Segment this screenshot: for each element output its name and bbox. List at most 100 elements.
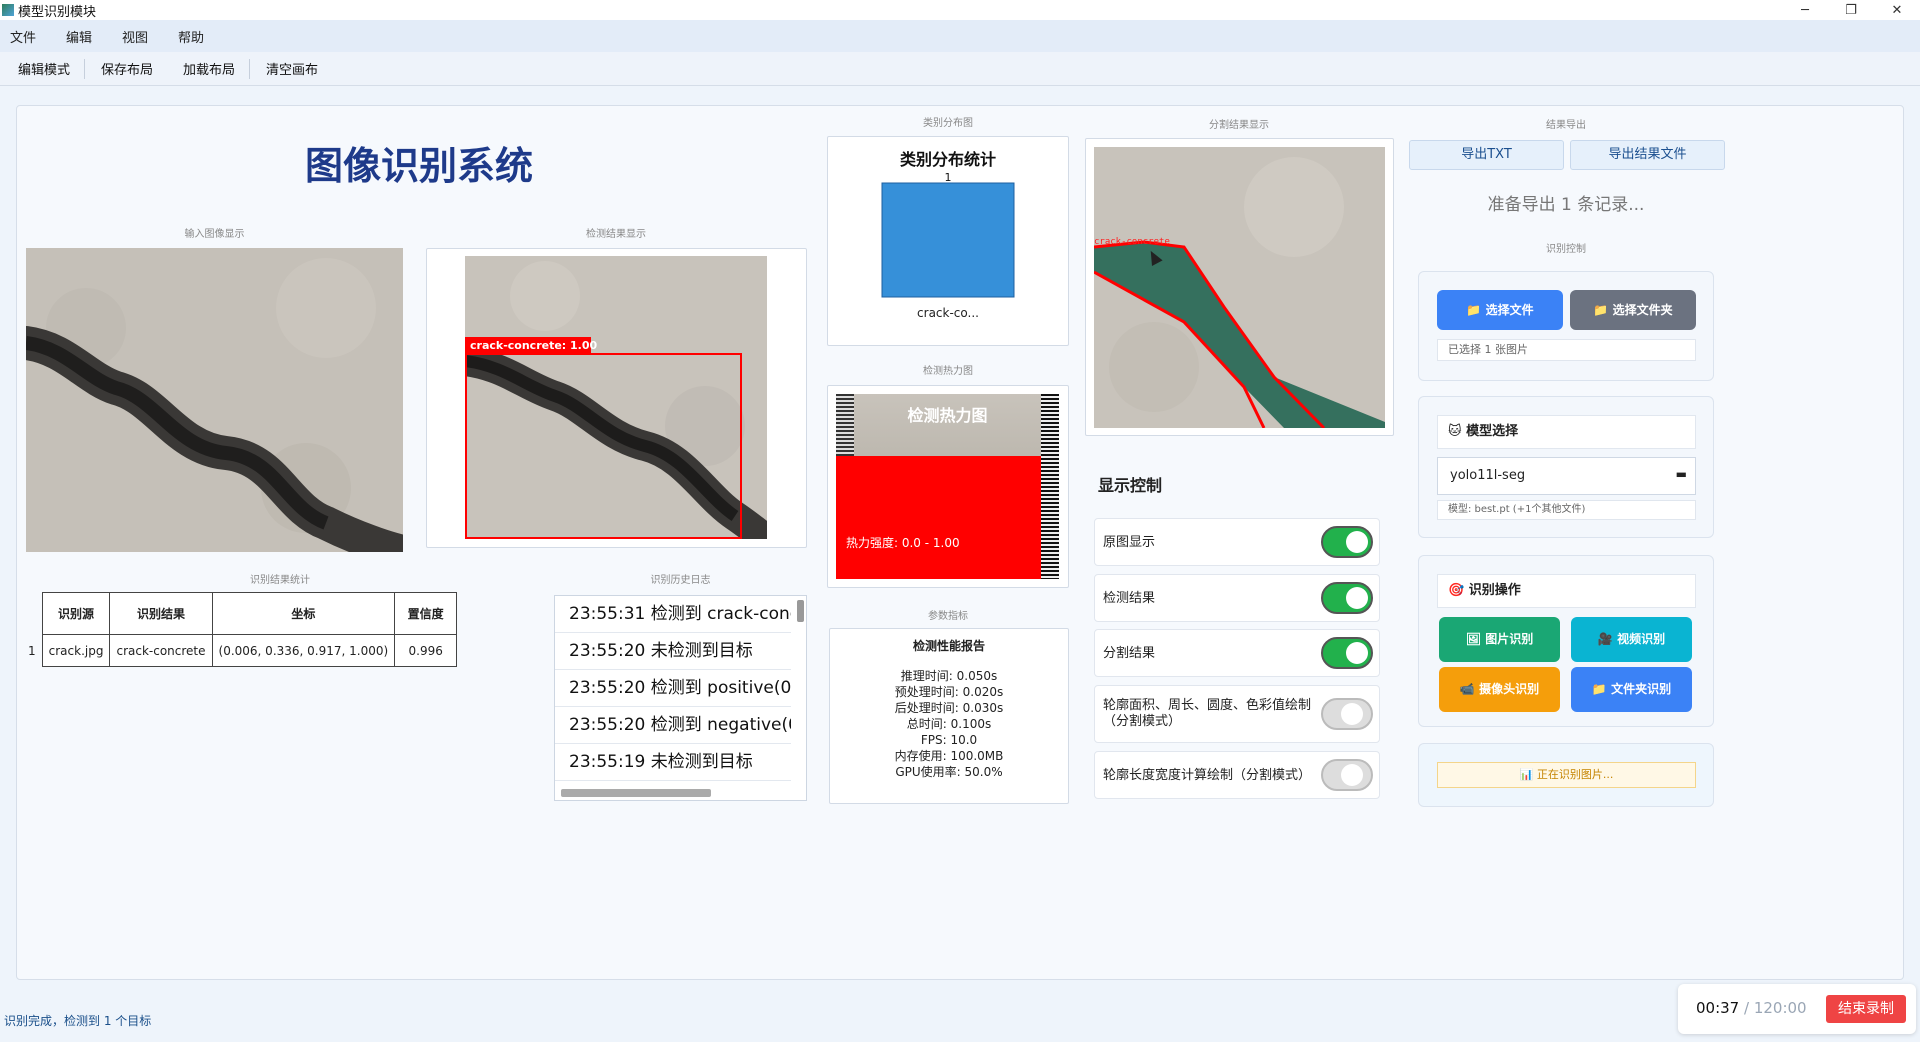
table-index-header (26, 593, 42, 635)
cell-coords: (0.006, 0.336, 0.917, 1.000) (211, 634, 396, 667)
toggle-knob (1346, 587, 1368, 609)
log-entry: 23:55:20 未检测到目标 (555, 633, 791, 670)
history-log[interactable]: 23:55:31 检测到 crack-concrete 23:55:20 未检测… (554, 595, 807, 801)
class-dist-caption: 类别分布图 (923, 118, 973, 129)
stop-recording-button[interactable]: 结束录制 (1826, 995, 1906, 1023)
edit-mode-button[interactable]: 编辑模式 (14, 56, 74, 81)
menu-file[interactable]: 文件 (6, 25, 40, 48)
rec-control-caption: 识别控制 (1546, 244, 1586, 255)
camera-recognition-button[interactable]: 📹 摄像头识别 (1439, 667, 1560, 712)
bar-value-label: 1 (945, 171, 952, 184)
recognition-ops-header: 🎯 识别操作 (1437, 574, 1696, 608)
perf-total-time: 总时间: 0.100s (906, 717, 992, 731)
chart-title: 类别分布统计 (900, 150, 996, 169)
image-recognition-button[interactable]: 🖼 图片识别 (1439, 617, 1560, 662)
toggle-label: 分割结果 (1103, 646, 1156, 661)
vertical-scrollbar[interactable] (797, 600, 804, 622)
stats-caption: 识别结果统计 (250, 575, 310, 586)
toolbar-divider (84, 58, 86, 79)
input-image-caption: 输入图像显示 (184, 229, 245, 240)
image-icon: 🖼 (1465, 632, 1482, 646)
export-txt-button[interactable]: 导出TXT (1409, 140, 1564, 170)
detection-box-label: crack-concrete: 1.00 (470, 339, 598, 352)
toggle-label: 原图显示 (1103, 535, 1156, 550)
dropdown-icon: ▬ (1675, 467, 1687, 481)
cell-result: crack-concrete (109, 634, 213, 667)
folder-recognition-button[interactable]: 📁 文件夹识别 (1571, 667, 1692, 712)
perf-inference-time: 推理时间: 0.050s (900, 669, 998, 683)
toggle-row-contour-length: 轮廓长度宽度计算绘制（分割模式） (1094, 751, 1380, 799)
detect-image-caption: 检测结果显示 (586, 229, 646, 240)
video-recognition-label: 视频识别 (1617, 632, 1666, 646)
history-caption: 识别历史日志 (650, 575, 711, 586)
performance-title: 检测性能报告 (912, 639, 985, 653)
column-header-result: 识别结果 (109, 592, 213, 635)
menu-view[interactable]: 视图 (118, 25, 152, 48)
menu-edit[interactable]: 编辑 (62, 25, 96, 48)
class-dist-chart: 类别分布统计 1 crack-co... (881, 150, 1015, 320)
toggle-switch-original[interactable] (1321, 526, 1373, 558)
load-layout-button[interactable]: 加载布局 (179, 56, 239, 81)
close-button[interactable]: ✕ (1874, 0, 1920, 20)
export-caption: 结果导出 (1546, 120, 1586, 131)
model-dropdown[interactable]: yolo11l-seg ▬ (1437, 457, 1696, 495)
save-layout-button[interactable]: 保存布局 (97, 56, 157, 81)
chart-bar (881, 182, 1015, 298)
horizontal-scrollbar[interactable] (561, 789, 711, 797)
video-icon: 🎥 (1597, 632, 1613, 646)
folder-icon: 📁 (1591, 682, 1607, 696)
toggle-switch-contour-length[interactable] (1321, 759, 1373, 791)
camera-icon: 📹 (1459, 682, 1475, 696)
crack-photo (1094, 147, 1385, 428)
heatmap-image: 检测热力图 热力强度: 0.0 - 1.00 (836, 394, 1059, 579)
perf-gpu: GPU使用率: 50.0% (895, 765, 1003, 779)
toggle-row-seg: 分割结果 (1094, 629, 1380, 677)
detect-image: crack-concrete: 1.00 (465, 256, 767, 539)
toggle-label: 轮廓长度宽度计算绘制（分割模式） (1103, 768, 1312, 783)
toggle-switch-seg[interactable] (1321, 637, 1373, 669)
heatmap-region (836, 456, 1059, 579)
camera-recognition-label: 摄像头识别 (1479, 682, 1540, 696)
select-folder-button[interactable]: 📁 选择文件夹 (1570, 290, 1696, 330)
perf-postprocess-time: 后处理时间: 0.030s (894, 701, 1004, 715)
video-recognition-button[interactable]: 🎥 视频识别 (1571, 617, 1692, 662)
performance-panel: 检测性能报告 推理时间: 0.050s 预处理时间: 0.020s 后处理时间:… (829, 628, 1069, 804)
heatmap-intensity: 热力强度: 0.0 - 1.00 (846, 536, 960, 550)
toggle-knob (1346, 531, 1368, 553)
log-entry: 23:55:20 检测到 positive(0.37) (555, 670, 791, 707)
menu-help[interactable]: 帮助 (174, 25, 208, 48)
selected-files-info: 已选择 1 张图片 (1437, 339, 1696, 361)
perf-preprocess-time: 预处理时间: 0.020s (894, 685, 1004, 699)
recognition-progress: 📊 正在识别图片... (1437, 762, 1696, 788)
minimize-button[interactable]: ─ (1782, 0, 1828, 20)
robot-icon: 🐱 (1448, 424, 1462, 439)
model-info: 模型: best.pt (+1个其他文件) (1437, 500, 1696, 520)
window-title: 模型识别模块 (18, 4, 97, 20)
toggle-switch-contour-area[interactable] (1321, 698, 1373, 730)
toggle-switch-detect[interactable] (1321, 582, 1373, 614)
toggle-label: 检测结果 (1103, 591, 1156, 606)
select-file-button[interactable]: 📁 选择文件 (1437, 290, 1563, 330)
column-header-coords: 坐标 (211, 592, 396, 635)
image-recognition-label: 图片识别 (1485, 632, 1534, 646)
results-table: 识别源 识别结果 坐标 置信度 1 crack.jpg crack-concre… (26, 592, 458, 667)
target-icon: 🎯 (1448, 583, 1465, 598)
recorder-separator: / (1739, 999, 1754, 1017)
log-entry: 23:55:20 检测到 negative(0.36 (555, 707, 791, 744)
toolbar-divider (249, 58, 251, 79)
title-bar: 模型识别模块 ─ ❐ ✕ (0, 0, 1920, 20)
perf-memory: 内存使用: 100.0MB (894, 749, 1004, 763)
model-select-header: 🐱 模型选择 (1437, 415, 1696, 449)
heatmap-caption: 检测热力图 (923, 366, 973, 377)
seg-image: crack-concrete (1094, 147, 1385, 428)
recorder-time: 00:37 / 120:00 (1696, 999, 1807, 1017)
toggle-label: 轮廓面积、周长、圆度、色彩值绘制（分割模式） (1103, 698, 1312, 729)
restore-button[interactable]: ❐ (1828, 0, 1874, 20)
export-file-button[interactable]: 导出结果文件 (1570, 140, 1725, 170)
column-header-source: 识别源 (41, 592, 111, 635)
row-index: 1 (28, 643, 36, 658)
clear-canvas-button[interactable]: 清空画布 (262, 56, 322, 81)
table-row[interactable]: 1 crack.jpg crack-concrete (0.006, 0.336… (26, 634, 458, 667)
recorder-total: 120:00 (1753, 999, 1807, 1017)
select-folder-label: 选择文件夹 (1612, 303, 1673, 317)
